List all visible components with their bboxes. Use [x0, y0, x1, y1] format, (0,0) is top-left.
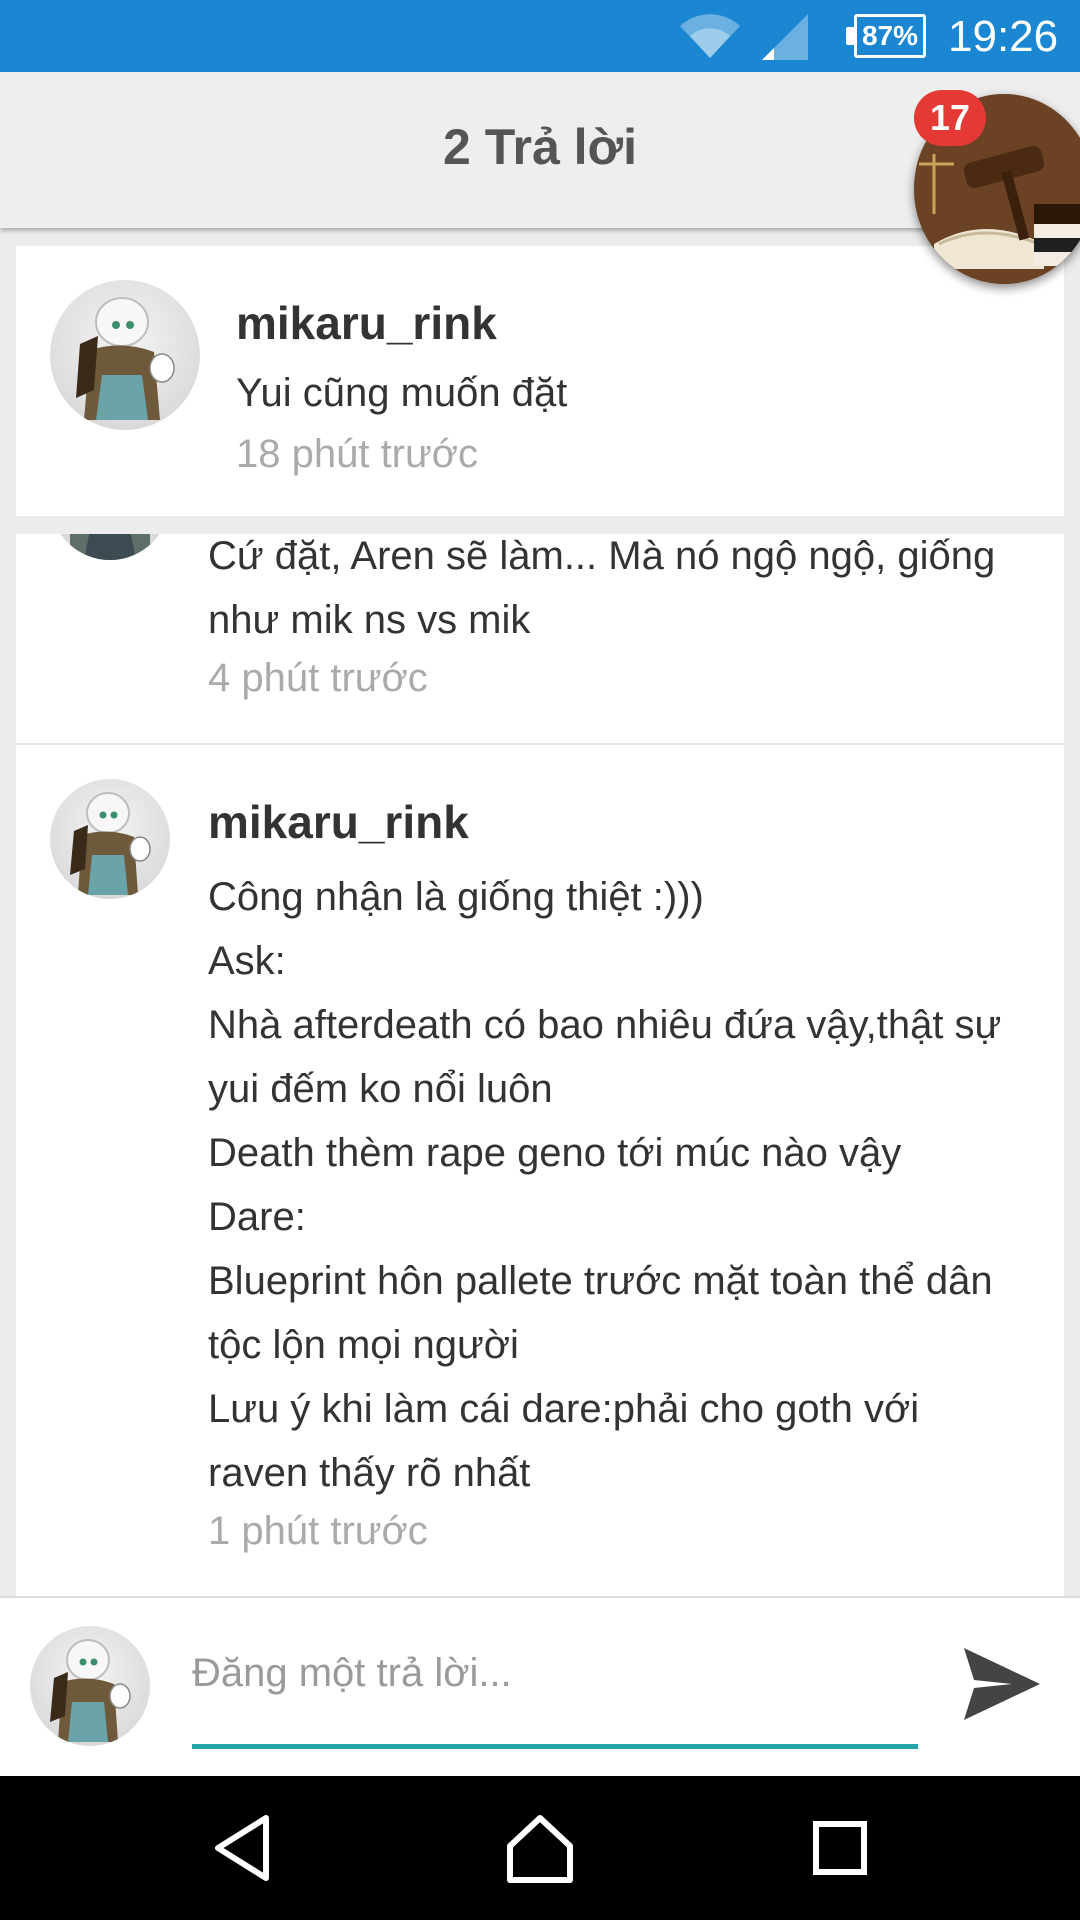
reply-list[interactable]: Cứ đặt, Aren sẽ làm... Mà nó ngộ ngộ, gi…	[16, 534, 1064, 1596]
post-username[interactable]: mikaru_rink	[236, 296, 497, 350]
battery-level: 87%	[854, 14, 926, 58]
comment-text-line: Blueprint hôn pallete trước mặt toàn thể…	[208, 1259, 993, 1303]
comment-time: 4 phút trước	[208, 656, 428, 700]
status-bar: 87% 19:26	[0, 0, 1080, 72]
notification-badge: 17	[914, 90, 986, 146]
reply-input-underline	[192, 1744, 918, 1749]
comment-text-line: như mik ns vs mik	[208, 598, 531, 642]
post-text: Yui cũng muốn đặt	[236, 371, 568, 415]
screen: 87% 19:26 2 Trả lời 17 mikaru_rink Yui c…	[0, 0, 1080, 1920]
original-post-card: mikaru_rink Yui cũng muốn đặt 18 phút tr…	[16, 246, 1064, 516]
avatar-art-icon	[50, 1639, 131, 1742]
current-user-avatar	[30, 1626, 150, 1746]
comment-text-line: Dare:	[208, 1195, 306, 1239]
reply-bar	[0, 1596, 1080, 1776]
send-icon[interactable]	[960, 1642, 1044, 1726]
signal-icon	[762, 14, 808, 60]
comment-text-line: Death thèm rape geno tới múc nào vậy	[208, 1131, 902, 1175]
wifi-icon	[680, 14, 740, 58]
battery-icon: 87%	[846, 14, 926, 58]
comment-text-line: tộc lộn mọi người	[208, 1323, 519, 1367]
avatar[interactable]	[50, 779, 170, 899]
list-item: Cứ đặt, Aren sẽ làm... Mà nó ngộ ngộ, gi…	[16, 534, 1064, 742]
comment-text-line: Cứ đặt, Aren sẽ làm... Mà nó ngộ ngộ, gi…	[208, 534, 996, 578]
comment-text-line: Lưu ý khi làm cái dare:phải cho goth với	[208, 1387, 920, 1431]
avatar-art-icon	[50, 534, 170, 560]
back-icon[interactable]	[204, 1808, 284, 1888]
comment-text-line: Công nhận là giống thiệt :)))	[208, 875, 704, 919]
navigation-bar	[0, 1776, 1080, 1920]
comment-text-line: raven thấy rõ nhất	[208, 1451, 531, 1495]
recent-apps-icon[interactable]	[800, 1808, 880, 1888]
comment-time: 1 phút trước	[208, 1509, 428, 1553]
comment-text-line: Ask:	[208, 939, 286, 983]
avatar[interactable]	[50, 534, 170, 560]
clock: 19:26	[948, 12, 1059, 61]
reply-input[interactable]	[192, 1638, 916, 1708]
comment-username[interactable]: mikaru_rink	[208, 795, 469, 849]
avatar[interactable]	[50, 280, 200, 430]
list-item: mikaru_rink Công nhận là giống thiệt :))…	[16, 743, 1064, 1593]
post-time: 18 phút trước	[236, 432, 479, 476]
avatar-art-icon	[70, 792, 151, 895]
comment-text-line: Nhà afterdeath có bao nhiêu đứa vậy,thật…	[208, 1003, 1002, 1047]
comment-text-line: yui đếm ko nổi luôn	[208, 1067, 553, 1111]
home-icon[interactable]	[500, 1808, 580, 1888]
avatar-art-icon	[76, 297, 175, 420]
